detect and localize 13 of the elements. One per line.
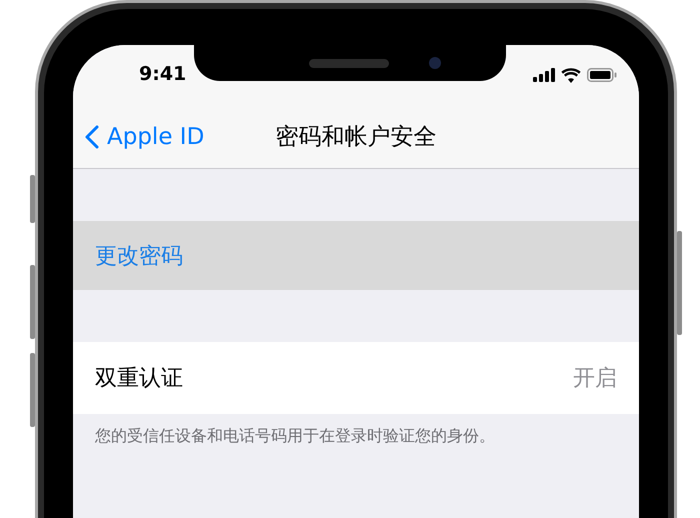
signal-icon [533, 68, 555, 82]
setting-row[interactable]: 双重认证 开启 [73, 342, 639, 414]
battery-icon [587, 68, 617, 82]
action-label: 更改密码 [95, 242, 183, 270]
setting-value: 开启 [573, 365, 617, 393]
nav-title: 密码和帐户安全 [276, 123, 436, 152]
setting-label: 双重认证 [95, 365, 183, 393]
back-button[interactable]: Apple ID [73, 124, 276, 150]
section-footer: 您的受信任设备和电话号码用于在登录时验证您的身份。 [73, 414, 639, 459]
status-time: 9:41 [139, 63, 186, 85]
action-row[interactable]: 更改密码 [73, 221, 639, 290]
wifi-icon [561, 68, 581, 82]
chevron-icon [85, 124, 99, 148]
